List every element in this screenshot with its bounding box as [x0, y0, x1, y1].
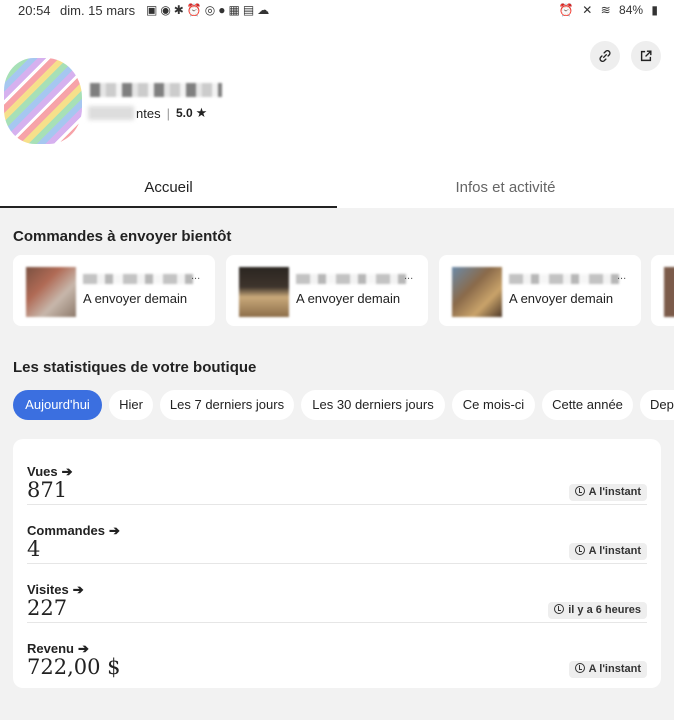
battery-percent: 84% — [619, 3, 644, 17]
shop-meta: ntes | 5.0 ★ — [88, 105, 207, 121]
shop-avatar — [4, 58, 82, 144]
order-thumbnail — [452, 267, 502, 317]
order-card[interactable]: ... A envoyer demain — [439, 255, 641, 326]
clock-icon — [574, 663, 585, 673]
updated-badge: A l'instant — [568, 543, 647, 560]
period-filter-bar: Aujourd'hui Hier Les 7 derniers jours Le… — [13, 390, 674, 420]
updated-badge: A l'instant — [568, 484, 647, 501]
filter-chip-yesterday[interactable]: Hier — [109, 390, 153, 420]
meta-separator: | — [166, 105, 170, 121]
stat-row-orders[interactable]: Commandes ➔ 4 A l'instant — [27, 506, 647, 564]
order-ellipsis: ... — [191, 270, 201, 282]
copy-link-button[interactable] — [590, 41, 620, 71]
stat-value: 871 — [27, 478, 68, 502]
external-link-icon — [640, 50, 652, 62]
battery-icon: ▮ — [651, 3, 658, 17]
clock-icon — [574, 545, 585, 555]
stat-value: 4 — [27, 537, 41, 561]
stat-value: 227 — [27, 596, 68, 620]
star-icon: ★ — [195, 105, 208, 120]
stats-section-title: Les statistiques de votre boutique — [13, 359, 257, 376]
order-title-redacted — [509, 274, 619, 284]
stat-row-visits[interactable]: Visites ➔ 227 il y a 6 heures — [27, 565, 647, 623]
order-card[interactable]: ... A envoyer demain — [13, 255, 215, 326]
open-external-button[interactable] — [631, 41, 661, 71]
notification-icons: ▣◉✱⏰◎●▦▤☁ — [146, 3, 273, 17]
dashboard-content: Commandes à envoyer bientôt ... A envoye… — [0, 208, 674, 720]
shop-header: ntes | 5.0 ★ — [0, 22, 674, 172]
mute-icon: ✕ — [582, 3, 593, 17]
filter-chip-this-month[interactable]: Ce mois-ci — [452, 390, 535, 420]
order-card[interactable] — [651, 255, 674, 326]
order-ellipsis: ... — [404, 270, 414, 282]
stat-row-revenue[interactable]: Revenu ➔ 722,00 $ A l'instant — [27, 624, 647, 682]
shop-name-redacted — [90, 83, 222, 97]
status-time: 20:54 — [18, 3, 51, 18]
arrow-right-icon: ➔ — [77, 641, 89, 656]
order-thumbnail — [239, 267, 289, 317]
order-card[interactable]: ... A envoyer demain — [226, 255, 428, 326]
shop-rating: 5.0 — [175, 106, 193, 120]
order-ellipsis: ... — [617, 270, 627, 282]
alarm-icon: ⏰ — [558, 3, 574, 17]
stat-row-views[interactable]: Vues ➔ 871 A l'instant — [27, 447, 647, 505]
arrow-right-icon: ➔ — [109, 523, 120, 538]
order-thumbnail — [664, 267, 674, 317]
stat-label: Commandes ➔ — [27, 523, 120, 538]
clock-icon — [554, 604, 565, 614]
order-title-redacted — [83, 274, 193, 284]
wifi-icon: ≋ — [600, 3, 611, 17]
order-ship-label: A envoyer demain — [509, 291, 614, 306]
status-bar: 20:54 dim. 15 mars ▣◉✱⏰◎●▦▤☁ ⏰ ✕ ≋ 84% ▮ — [0, 0, 674, 22]
filter-chip-30-days[interactable]: Les 30 derniers jours — [301, 390, 445, 420]
sales-label: ntes — [136, 105, 161, 121]
arrow-right-icon: ➔ — [61, 464, 73, 479]
filter-chip-today[interactable]: Aujourd'hui — [13, 390, 102, 420]
sales-count-redacted — [88, 106, 134, 120]
stats-card: Vues ➔ 871 A l'instant Commandes ➔ 4 A l'i… — [13, 439, 661, 688]
stat-value: 722,00 $ — [27, 655, 121, 679]
tab-infos-activite[interactable]: Infos et activité — [337, 172, 674, 208]
status-date: dim. 15 mars — [60, 3, 136, 18]
filter-chip-since[interactable]: Dep — [640, 390, 674, 420]
filter-chip-7-days[interactable]: Les 7 derniers jours — [160, 390, 294, 420]
tab-accueil[interactable]: Accueil — [0, 172, 337, 208]
orders-section-title: Commandes à envoyer bientôt — [13, 228, 232, 245]
arrow-right-icon: ➔ — [72, 582, 84, 597]
filter-chip-this-year[interactable]: Cette année — [542, 390, 633, 420]
status-right: ⏰ ✕ ≋ 84% ▮ — [554, 3, 658, 17]
order-ship-label: A envoyer demain — [296, 291, 401, 306]
order-title-redacted — [296, 274, 406, 284]
clock-icon — [574, 486, 585, 496]
updated-badge: il y a 6 heures — [548, 602, 647, 619]
order-thumbnail — [26, 267, 76, 317]
updated-badge: A l'instant — [568, 661, 647, 678]
order-ship-label: A envoyer demain — [83, 291, 188, 306]
tab-bar: Accueil Infos et activité — [0, 172, 674, 208]
link-icon — [599, 49, 611, 63]
